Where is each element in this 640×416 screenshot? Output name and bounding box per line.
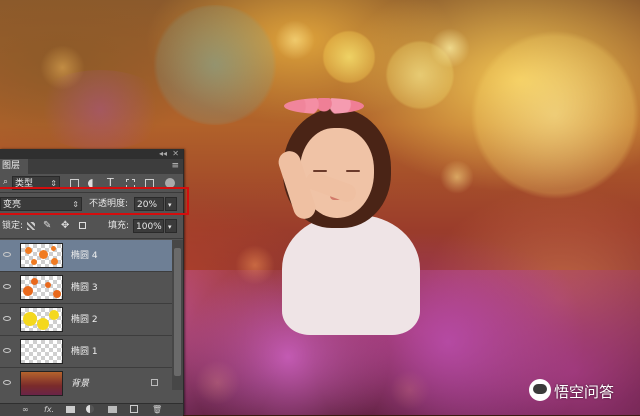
bokeh-light (275, 20, 315, 60)
adjustment-icon[interactable] (86, 405, 94, 413)
chevron-down-icon: ▾ (168, 223, 172, 231)
lock-transparency-icon[interactable] (27, 222, 35, 230)
fill-value: 100% (136, 222, 162, 232)
layer-row[interactable]: 椭圆 4 (0, 240, 172, 272)
layer-thumbnail (20, 339, 63, 364)
wukong-logo-icon (529, 379, 551, 401)
layer-name: 椭圆 4 (71, 251, 98, 261)
highlight-box (0, 187, 189, 215)
close-icon[interactable]: ✕ (172, 149, 179, 159)
link-icon[interactable]: ∞ (22, 405, 29, 415)
fill-field[interactable]: 100% (133, 219, 164, 233)
layer-thumbnail (20, 275, 63, 300)
layer-row[interactable]: 椭圆 3 (0, 272, 172, 304)
search-icon: ⌕ (3, 177, 9, 187)
layer-name: 椭圆 2 (71, 315, 98, 325)
eye-icon[interactable] (3, 348, 11, 353)
lock-icon (151, 379, 158, 386)
layer-row[interactable]: 背景 (0, 368, 172, 396)
panel-bottom-bar: ∞ fx. 🗑 (0, 403, 183, 416)
fill-label: 填充: (108, 221, 130, 231)
lock-all-icon[interactable] (79, 222, 86, 229)
bokeh-light (30, 70, 170, 150)
mask-icon[interactable] (66, 406, 75, 413)
group-icon[interactable] (108, 406, 117, 413)
lock-fill-row: 锁定: ✎ ✥ 填充: 100% ▾ (0, 217, 183, 235)
eye-icon[interactable] (3, 316, 11, 321)
layer-name: 椭圆 3 (71, 283, 98, 293)
lock-label: 锁定: (2, 221, 24, 231)
tab-layers[interactable]: 图层 (0, 159, 28, 174)
layer-row[interactable]: 椭圆 2 (0, 304, 172, 336)
collapse-icon[interactable]: ◂◂ (159, 149, 167, 159)
lock-image-pixels-icon[interactable]: ✎ (43, 219, 51, 232)
layers-scrollbar[interactable] (172, 240, 183, 390)
layer-name: 椭圆 1 (71, 347, 98, 357)
girl-dress (282, 215, 420, 335)
scrollbar-thumb[interactable] (174, 248, 181, 376)
flower-crown (284, 98, 364, 114)
lock-position-icon[interactable]: ✥ (61, 219, 69, 232)
layers-panel: ◂◂ ✕ 图层 ≡ ⌕ 类型 ⇕ T 变亮 ⇕ 不透明度: 20% ▾ 锁定: … (0, 149, 189, 416)
new-layer-icon[interactable] (130, 405, 138, 413)
bokeh-light (322, 30, 376, 84)
eye-icon[interactable] (3, 284, 11, 289)
divider (0, 238, 183, 239)
layer-thumbnail (20, 307, 63, 332)
panel-menu-icon[interactable]: ≡ (171, 161, 179, 172)
bokeh-light (440, 160, 474, 194)
layer-name: 背景 (71, 379, 90, 389)
bokeh-light (470, 30, 640, 200)
bokeh-light (430, 28, 470, 68)
girl-eye (346, 170, 360, 172)
watermark: 悟空问答 (529, 379, 634, 401)
delete-icon[interactable]: 🗑 (152, 405, 162, 415)
layer-thumbnail (20, 243, 63, 268)
eye-icon[interactable] (3, 380, 11, 385)
watermark-text: 悟空问答 (554, 383, 615, 401)
layer-row[interactable]: 椭圆 1 (0, 336, 172, 368)
eye-icon[interactable] (3, 252, 11, 257)
fill-dropdown-button[interactable]: ▾ (165, 219, 177, 233)
layer-thumbnail (20, 371, 63, 396)
panel-tab-row: 图层 ≡ (0, 159, 183, 174)
fx-icon[interactable]: fx. (44, 405, 54, 415)
panel-titlebar[interactable]: ◂◂ ✕ (0, 149, 183, 159)
